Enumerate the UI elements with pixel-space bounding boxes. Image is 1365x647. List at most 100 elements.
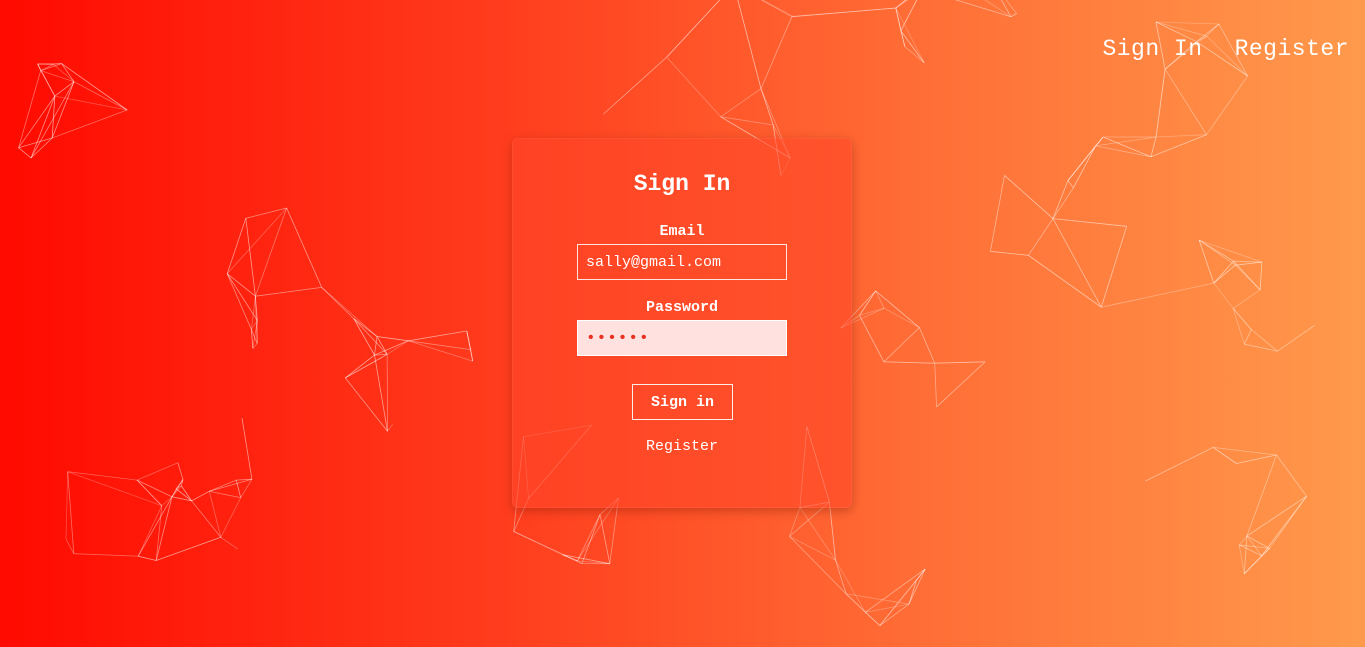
- password-label: Password: [645, 299, 718, 316]
- network-line: [829, 502, 836, 561]
- network-line: [67, 471, 75, 554]
- network-line: [934, 361, 986, 364]
- network-line: [984, 0, 1012, 18]
- network-line: [720, 88, 762, 118]
- network-line: [1028, 254, 1102, 308]
- network-line: [18, 95, 56, 148]
- network-line: [226, 218, 247, 274]
- network-line: [936, 361, 986, 408]
- network-line: [1236, 454, 1277, 464]
- network-line: [209, 490, 241, 499]
- network-line: [155, 505, 163, 561]
- network-line: [67, 471, 138, 481]
- network-line: [1198, 239, 1236, 266]
- network-line: [895, 7, 906, 47]
- network-line: [226, 273, 252, 330]
- network-line: [1028, 218, 1054, 256]
- network-line: [73, 81, 128, 111]
- network-line: [1277, 324, 1316, 352]
- network-line: [990, 175, 1005, 252]
- network-line: [1244, 343, 1278, 352]
- network-line: [321, 287, 378, 337]
- network-line: [1145, 447, 1214, 482]
- nav-register-link[interactable]: Register: [1235, 36, 1349, 62]
- network-line: [737, 0, 762, 89]
- network-line: [156, 536, 221, 561]
- network-line: [1246, 454, 1277, 537]
- network-line: [191, 490, 210, 502]
- network-line: [1206, 75, 1248, 135]
- network-line: [666, 0, 721, 58]
- network-line: [1261, 495, 1307, 556]
- network-line: [789, 536, 847, 595]
- network-line: [576, 514, 601, 562]
- network-line: [345, 354, 375, 379]
- network-line: [353, 318, 375, 356]
- network-line: [155, 496, 173, 561]
- network-line: [67, 471, 162, 507]
- network-line: [599, 514, 611, 564]
- network-line: [73, 553, 139, 557]
- email-input[interactable]: [577, 244, 787, 280]
- network-line: [1198, 240, 1215, 284]
- network-line: [895, 7, 925, 63]
- network-line: [792, 7, 896, 17]
- network-line: [865, 603, 910, 613]
- email-label: Email: [659, 223, 705, 240]
- register-link[interactable]: Register: [513, 438, 851, 455]
- network-line: [1004, 175, 1054, 219]
- network-line: [859, 315, 885, 362]
- network-line: [1213, 282, 1234, 309]
- network-line: [1100, 226, 1128, 308]
- network-line: [374, 340, 409, 356]
- network-line: [408, 340, 471, 350]
- network-line: [835, 559, 866, 613]
- network-line: [255, 207, 287, 297]
- network-line: [137, 496, 173, 557]
- network-line: [1243, 535, 1248, 574]
- network-line: [30, 81, 75, 159]
- network-line: [220, 536, 238, 550]
- network-line: [1213, 260, 1234, 284]
- network-line: [760, 16, 793, 89]
- signin-button[interactable]: Sign in: [632, 384, 733, 420]
- network-line: [226, 207, 287, 274]
- network-line: [408, 340, 473, 362]
- network-line: [562, 554, 610, 565]
- network-line: [1232, 308, 1245, 345]
- network-line: [1238, 544, 1245, 574]
- network-line: [255, 287, 322, 297]
- network-line: [990, 250, 1029, 256]
- network-line: [1052, 218, 1127, 227]
- network-line: [883, 307, 920, 328]
- nav-signin-link[interactable]: Sign In: [1102, 36, 1202, 62]
- network-line: [136, 479, 163, 506]
- network-line: [408, 330, 467, 342]
- network-line: [760, 0, 792, 18]
- network-line: [136, 462, 179, 481]
- network-line: [1095, 145, 1152, 158]
- network-line: [1246, 495, 1307, 537]
- network-line: [1073, 145, 1096, 188]
- network-line: [1259, 262, 1263, 290]
- network-line: [1232, 289, 1261, 309]
- network-line: [603, 56, 667, 115]
- network-line: [344, 377, 388, 432]
- network-line: [1199, 239, 1263, 263]
- network-line: [374, 336, 378, 356]
- network-line: [138, 555, 157, 561]
- network-line: [374, 355, 388, 432]
- network-line: [761, 0, 794, 17]
- top-nav: Sign In Register: [1102, 36, 1349, 62]
- network-line: [895, 0, 908, 9]
- network-line: [345, 353, 388, 379]
- network-line: [1052, 218, 1102, 308]
- network-line: [513, 531, 578, 562]
- network-line: [1232, 308, 1252, 330]
- network-line: [387, 424, 394, 432]
- network-line: [286, 207, 323, 288]
- password-input[interactable]: [577, 320, 787, 356]
- network-line: [875, 290, 885, 309]
- network-line: [245, 207, 287, 219]
- network-line: [386, 340, 409, 355]
